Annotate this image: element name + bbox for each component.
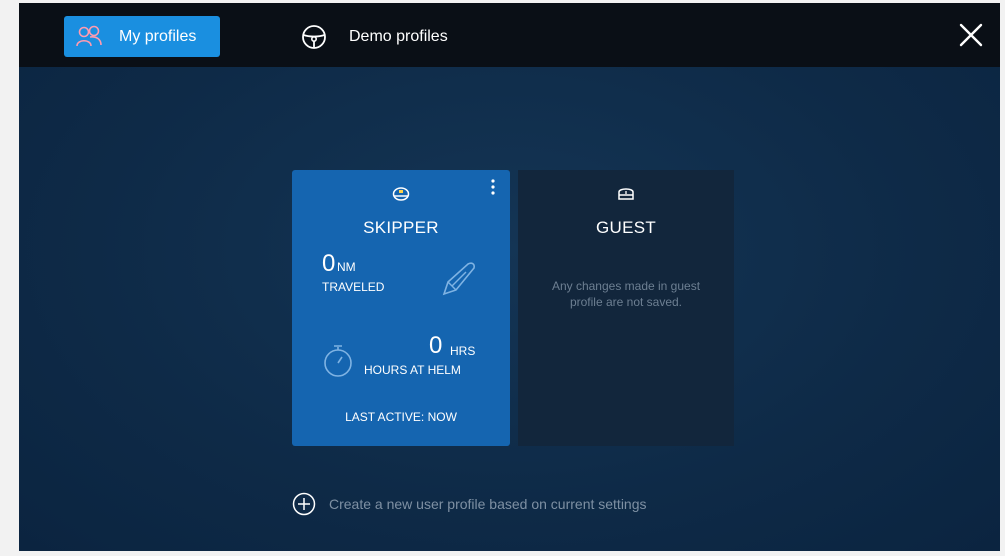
add-circle-icon xyxy=(292,492,316,516)
tab-demo-profiles[interactable]: Demo profiles xyxy=(301,16,501,57)
captain-hat-icon xyxy=(392,187,410,201)
top-bar: My profiles Demo profiles xyxy=(19,3,1000,67)
stopwatch-icon xyxy=(324,345,352,377)
tab-label: Demo profiles xyxy=(349,27,448,45)
profile-card-skipper[interactable]: SKIPPER 0 NM TRAVELED 0 HRS HOURS AT HEL… xyxy=(292,170,510,446)
steering-wheel-icon xyxy=(302,24,326,49)
hours-unit: HRS xyxy=(450,344,476,358)
hours-value: 0 xyxy=(429,332,443,359)
guest-hat-icon xyxy=(618,188,634,200)
close-icon[interactable] xyxy=(957,21,985,49)
guest-note: Any changes made in guest profile are no… xyxy=(551,279,701,309)
profile-name: GUEST xyxy=(595,218,657,237)
create-profile-label: Create a new user profile based on curre… xyxy=(329,496,647,512)
last-active-status: LAST ACTIVE: NOW xyxy=(345,410,457,424)
more-options-icon[interactable] xyxy=(490,178,496,196)
profile-name: SKIPPER xyxy=(363,218,439,237)
users-icon xyxy=(76,25,102,46)
distance-label: TRAVELED xyxy=(322,280,385,294)
tab-my-profiles[interactable]: My profiles xyxy=(64,16,220,57)
distance-unit: NM xyxy=(337,260,356,274)
tab-label: My profiles xyxy=(119,27,197,45)
hours-label: HOURS AT HELM xyxy=(364,363,461,377)
create-profile-button[interactable]: Create a new user profile based on curre… xyxy=(292,492,647,516)
profiles-screen: My profiles Demo profiles SKIPPER 0 NM T… xyxy=(19,3,1000,551)
profile-card-guest[interactable]: GUEST Any changes made in guest profile … xyxy=(518,170,734,446)
boat-icon xyxy=(442,262,475,296)
distance-value: 0 xyxy=(322,250,336,277)
